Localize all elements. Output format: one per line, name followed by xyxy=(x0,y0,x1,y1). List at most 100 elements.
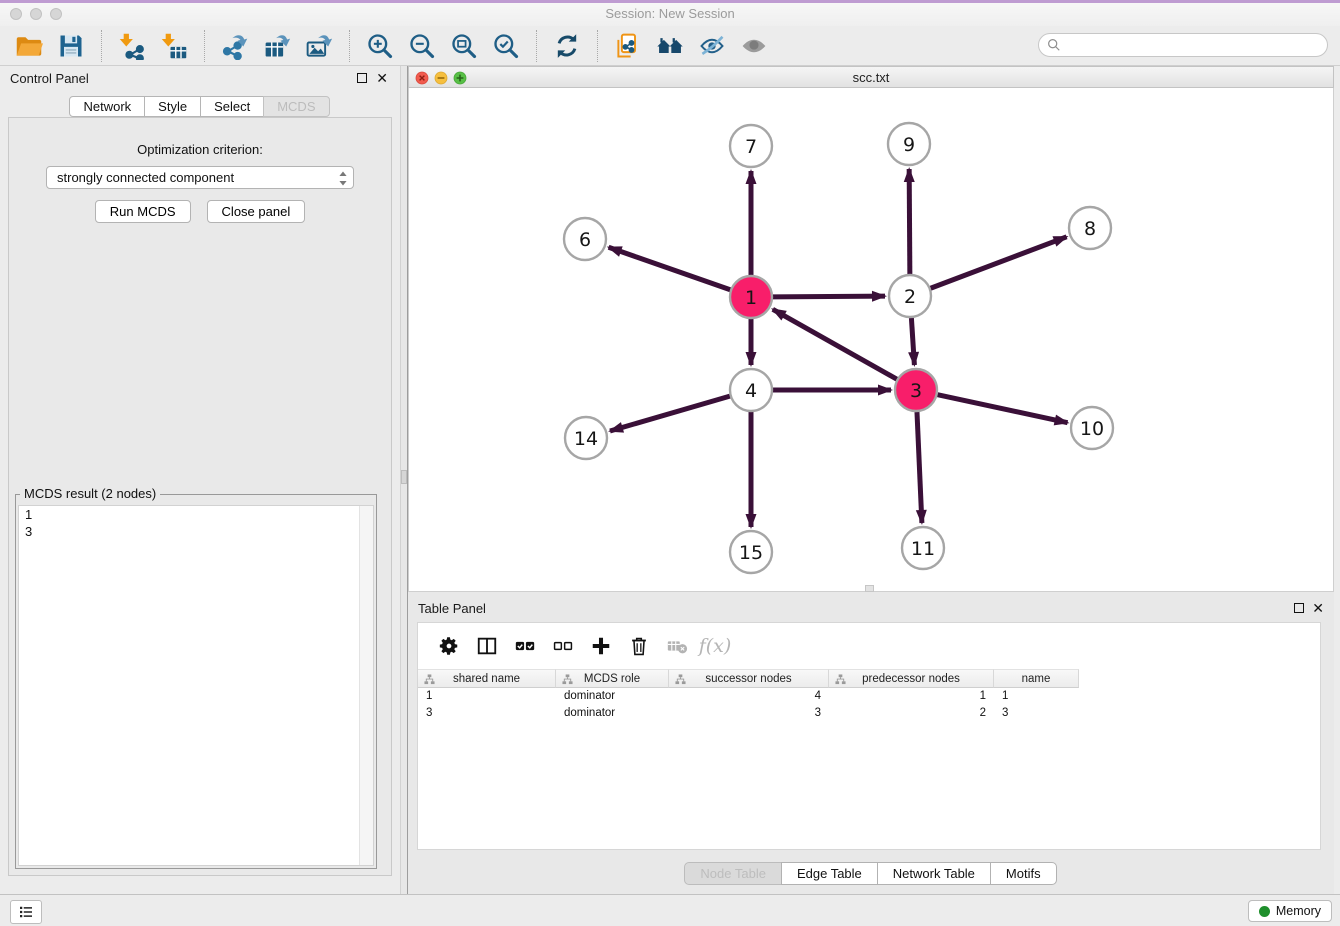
export-network-icon[interactable] xyxy=(217,30,253,62)
home-icon[interactable] xyxy=(652,30,688,62)
select-all-columns-icon[interactable] xyxy=(506,627,544,665)
graph-node-11[interactable]: 11 xyxy=(902,527,944,569)
result-scrollbar[interactable] xyxy=(359,506,373,865)
column-header-predecessor-nodes[interactable]: predecessor nodes xyxy=(829,669,994,688)
graph-edge-2-3[interactable] xyxy=(911,318,914,365)
tab-style[interactable]: Style xyxy=(144,96,201,117)
tab-mcds[interactable]: MCDS xyxy=(263,96,329,117)
graph-node-3[interactable]: 3 xyxy=(895,369,937,411)
graph-node-14[interactable]: 14 xyxy=(565,417,607,459)
column-header-mcds-role[interactable]: MCDS role xyxy=(556,669,669,688)
network-canvas[interactable]: 1 2 3 4 6 7 8 9 10 11 14 15 xyxy=(408,88,1334,592)
cell-name[interactable]: 3 xyxy=(994,705,1079,722)
close-table-panel-icon[interactable]: ✕ xyxy=(1312,601,1324,615)
zoom-fit-icon[interactable] xyxy=(446,30,482,62)
optimization-criterion-select[interactable]: strongly connected component xyxy=(46,166,354,189)
run-mcds-button[interactable]: Run MCDS xyxy=(95,200,191,223)
graph-node-15[interactable]: 15 xyxy=(730,531,772,573)
tab-edge-table[interactable]: Edge Table xyxy=(781,862,878,885)
cell-successor-nodes[interactable]: 3 xyxy=(669,705,829,722)
float-panel-icon[interactable] xyxy=(357,73,367,83)
cell-predecessor-nodes[interactable]: 1 xyxy=(829,688,994,705)
mcds-result-list[interactable]: 13 xyxy=(18,505,374,866)
table-row[interactable]: 1dominator411 xyxy=(418,688,1320,705)
tab-network-table[interactable]: Network Table xyxy=(877,862,991,885)
table-row[interactable]: 3dominator323 xyxy=(418,705,1320,722)
export-image-icon[interactable] xyxy=(301,30,337,62)
graph-edge-4-14[interactable] xyxy=(610,396,730,431)
result-line: 3 xyxy=(19,523,373,540)
graph-edge-3-1[interactable] xyxy=(773,309,897,379)
cell-successor-nodes[interactable]: 4 xyxy=(669,688,829,705)
tree-icon xyxy=(562,674,573,688)
open-session-icon[interactable] xyxy=(11,30,47,62)
hide-selected-icon[interactable] xyxy=(694,30,730,62)
cell-predecessor-nodes[interactable]: 2 xyxy=(829,705,994,722)
graph-node-6[interactable]: 6 xyxy=(564,218,606,260)
tab-node-table[interactable]: Node Table xyxy=(684,862,782,885)
graph-node-1[interactable]: 1 xyxy=(730,276,772,318)
column-header-name[interactable]: name xyxy=(994,669,1079,688)
splitter-grip[interactable] xyxy=(401,470,407,484)
add-row-icon[interactable] xyxy=(582,627,620,665)
float-table-panel-icon[interactable] xyxy=(1294,603,1304,613)
close-window-icon[interactable] xyxy=(10,8,22,20)
graph-node-2[interactable]: 2 xyxy=(889,275,931,317)
select-stepper-icon xyxy=(338,170,348,190)
graph-node-8[interactable]: 8 xyxy=(1069,207,1111,249)
task-history-button[interactable] xyxy=(10,900,42,924)
control-panel-title: Control Panel xyxy=(10,71,89,86)
save-session-icon[interactable] xyxy=(53,30,89,62)
import-network-icon[interactable] xyxy=(114,30,150,62)
zoom-in-icon[interactable] xyxy=(362,30,398,62)
graph-edge-2-8[interactable] xyxy=(931,237,1067,288)
cell-shared-name[interactable]: 3 xyxy=(418,705,556,722)
delete-row-icon[interactable] xyxy=(620,627,658,665)
search-input[interactable] xyxy=(1066,37,1319,54)
control-panel-header: Control Panel ✕ xyxy=(0,66,400,92)
close-panel-button[interactable]: Close panel xyxy=(207,200,306,223)
zoom-out-icon[interactable] xyxy=(404,30,440,62)
export-table-icon[interactable] xyxy=(259,30,295,62)
zoom-selected-icon[interactable] xyxy=(488,30,524,62)
import-table-icon[interactable] xyxy=(156,30,192,62)
close-panel-icon[interactable]: ✕ xyxy=(376,71,388,85)
network-graph[interactable]: 1 2 3 4 6 7 8 9 10 11 14 15 xyxy=(409,88,1333,591)
tab-select[interactable]: Select xyxy=(200,96,264,117)
zoom-window-icon[interactable] xyxy=(50,8,62,20)
vertical-splitter[interactable] xyxy=(400,66,408,894)
network-window-traffic-lights[interactable] xyxy=(415,71,467,85)
cell-mcds-role[interactable]: dominator xyxy=(556,688,669,705)
table-tabs: Node TableEdge TableNetwork TableMotifs xyxy=(408,862,1334,885)
node-table-area: f(x) shared nameMCDS rolesuccessor nodes… xyxy=(417,622,1321,850)
column-header-successor-nodes[interactable]: successor nodes xyxy=(669,669,829,688)
cell-shared-name[interactable]: 1 xyxy=(418,688,556,705)
graph-edge-1-6[interactable] xyxy=(609,247,731,289)
window-traffic-lights[interactable] xyxy=(10,8,62,20)
gear-icon[interactable] xyxy=(430,627,468,665)
memory-button[interactable]: Memory xyxy=(1248,900,1332,922)
graph-node-7[interactable]: 7 xyxy=(730,125,772,167)
canvas-grip[interactable] xyxy=(865,585,874,592)
window-title: Session: New Session xyxy=(605,6,734,21)
split-columns-icon[interactable] xyxy=(468,627,506,665)
network-window-titlebar[interactable]: scc.txt xyxy=(408,66,1334,88)
cell-name[interactable]: 1 xyxy=(994,688,1079,705)
cell-mcds-role[interactable]: dominator xyxy=(556,705,669,722)
refresh-icon[interactable] xyxy=(549,30,585,62)
graph-node-10[interactable]: 10 xyxy=(1071,407,1113,449)
graph-edge-3-10[interactable] xyxy=(938,395,1068,423)
minimize-window-icon[interactable] xyxy=(30,8,42,20)
graph-edge-1-2[interactable] xyxy=(773,296,885,297)
show-all-icon[interactable] xyxy=(736,30,772,62)
tab-motifs[interactable]: Motifs xyxy=(990,862,1057,885)
graph-edge-2-9[interactable] xyxy=(909,169,910,274)
duplicate-network-icon[interactable] xyxy=(610,30,646,62)
graph-node-9[interactable]: 9 xyxy=(888,123,930,165)
graph-edge-3-11[interactable] xyxy=(917,412,922,523)
search-box[interactable] xyxy=(1038,33,1328,57)
column-header-shared-name[interactable]: shared name xyxy=(418,669,556,688)
unselect-all-columns-icon[interactable] xyxy=(544,627,582,665)
tab-network[interactable]: Network xyxy=(69,96,145,117)
graph-node-4[interactable]: 4 xyxy=(730,369,772,411)
